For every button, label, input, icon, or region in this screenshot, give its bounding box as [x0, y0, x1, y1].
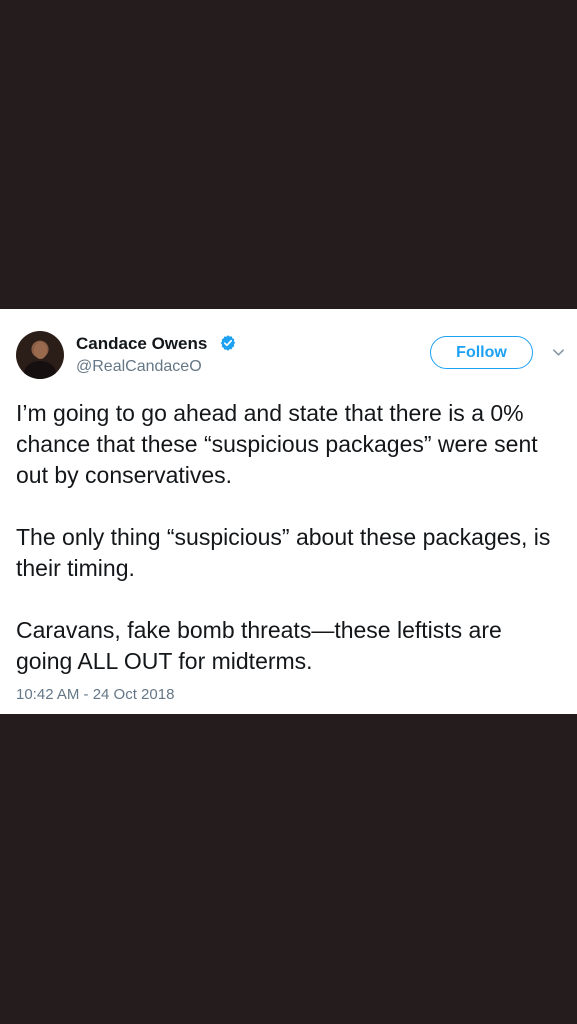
author-display-name[interactable]: Candace Owens — [76, 334, 207, 354]
verified-badge-icon — [220, 335, 236, 351]
tweet-timestamp[interactable]: 10:42 AM - 24 Oct 2018 — [16, 686, 174, 703]
tweet-paragraph: The only thing “suspicious” about these … — [16, 524, 551, 581]
author-handle[interactable]: @RealCandaceO — [76, 358, 202, 376]
avatar[interactable] — [16, 331, 64, 379]
tweet-text: I’m going to go ahead and state that the… — [16, 398, 564, 677]
chevron-down-icon[interactable] — [552, 346, 565, 359]
follow-button[interactable]: Follow — [430, 336, 533, 369]
avatar-shoulders — [24, 361, 56, 379]
avatar-face — [34, 342, 47, 359]
tweet-card: Candace Owens @RealCandaceO Follow I’m g… — [0, 309, 577, 714]
tweet-paragraph: I’m going to go ahead and state that the… — [16, 400, 538, 488]
tweet-paragraph: Caravans, fake bomb threats—these leftis… — [16, 617, 502, 674]
